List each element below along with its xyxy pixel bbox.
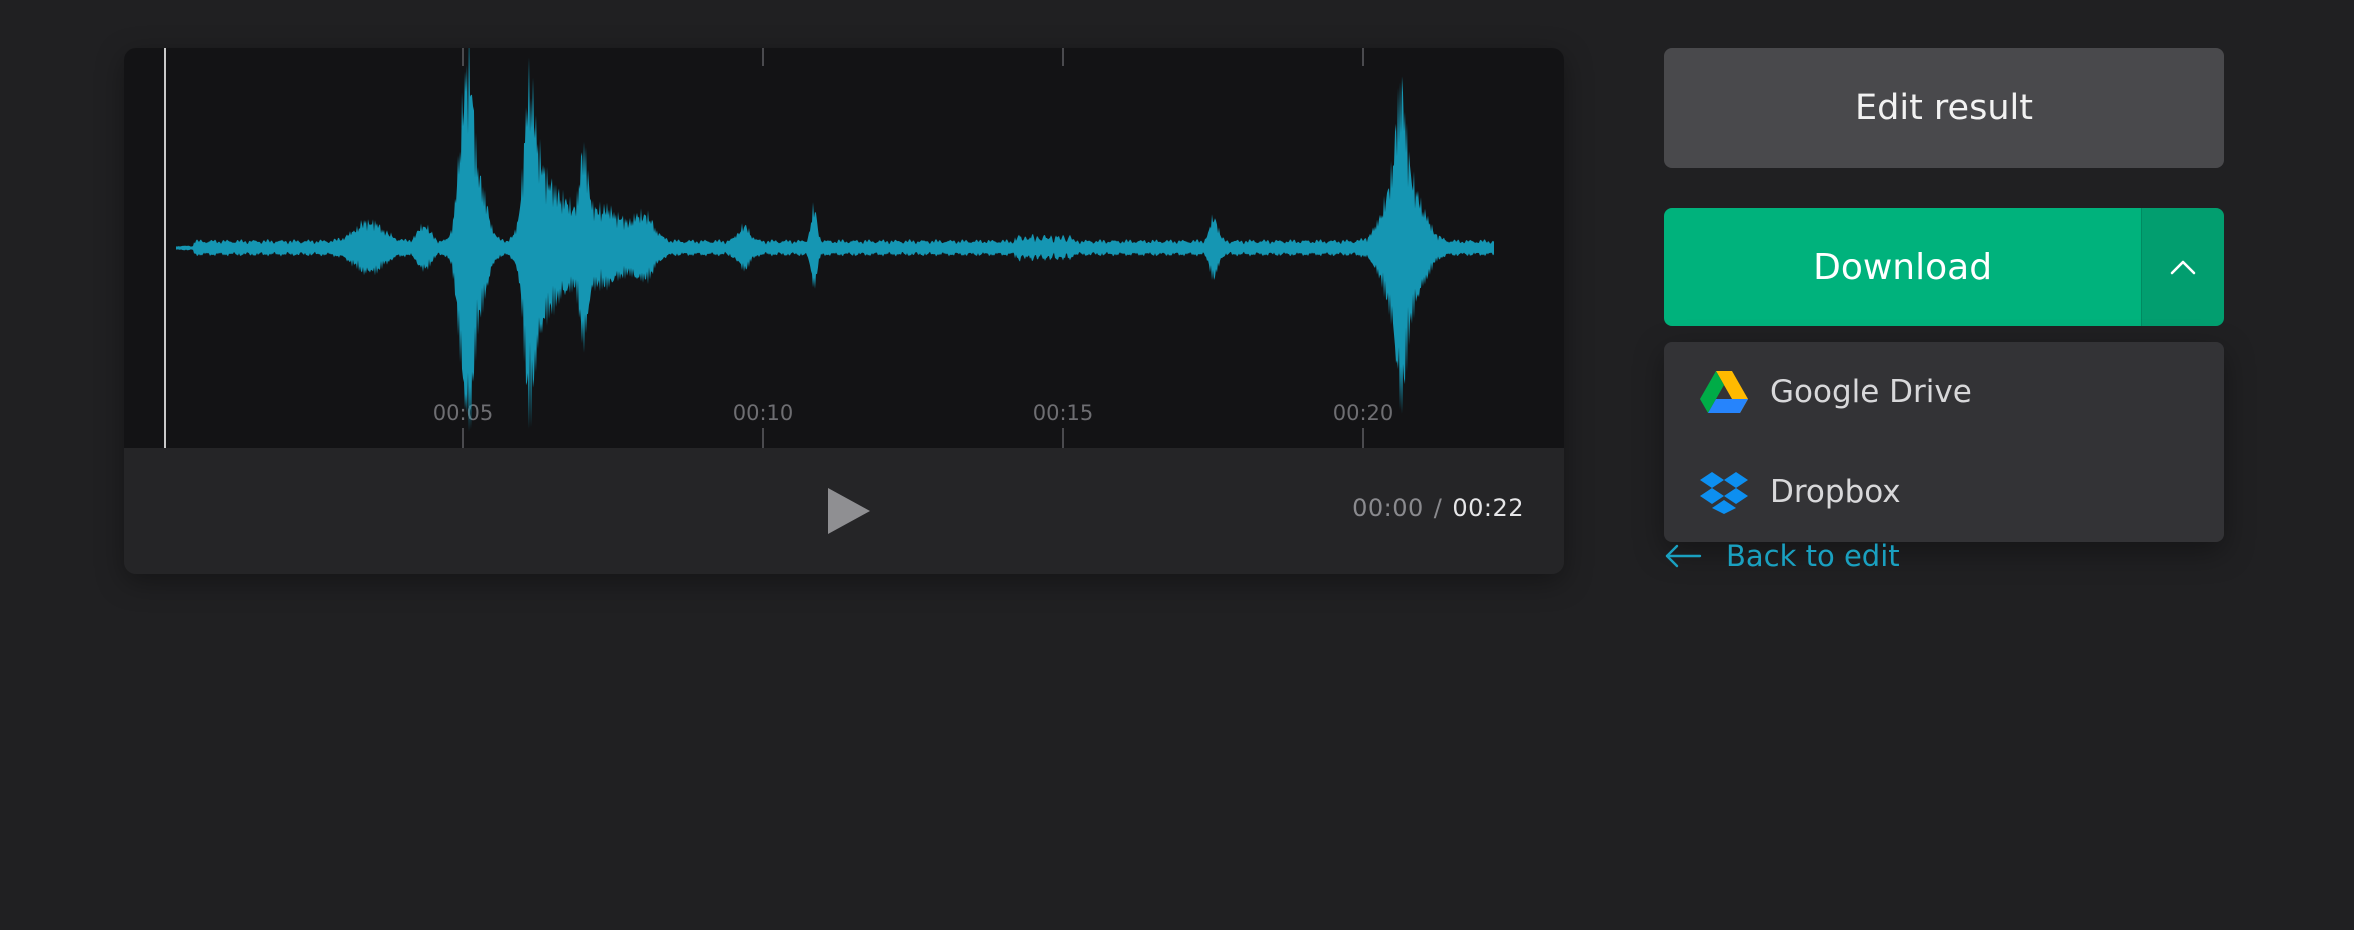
- google-drive-icon: [1700, 368, 1748, 416]
- time-display: 00:00 / 00:22: [1352, 494, 1524, 522]
- download-dropdown: Google Drive Dropbox: [1664, 342, 2224, 542]
- dropbox-icon: [1700, 468, 1748, 516]
- player-controls: 00:00 / 00:22: [124, 448, 1564, 574]
- waveform-area[interactable]: 00:05 00:10 00:15 00:20: [124, 48, 1564, 448]
- timeline-label: 00:10: [733, 401, 794, 425]
- current-time: 00:00: [1352, 494, 1424, 522]
- playhead[interactable]: [164, 48, 166, 448]
- total-time: 00:22: [1452, 494, 1524, 522]
- chevron-up-icon: [2170, 260, 2196, 275]
- download-options-toggle[interactable]: [2141, 208, 2224, 326]
- back-to-edit-link[interactable]: Back to edit: [1664, 532, 1900, 580]
- back-to-edit-label: Back to edit: [1726, 539, 1900, 573]
- play-icon: [828, 488, 870, 534]
- timeline-label: 00:20: [1333, 401, 1394, 425]
- dropdown-item-label: Google Drive: [1770, 374, 1972, 410]
- edit-result-button[interactable]: Edit result: [1664, 48, 2224, 168]
- dropdown-item-google-drive[interactable]: Google Drive: [1664, 342, 2224, 442]
- dropdown-item-dropbox[interactable]: Dropbox: [1664, 442, 2224, 542]
- timeline-label: 00:15: [1033, 401, 1094, 425]
- download-button[interactable]: Download: [1664, 208, 2142, 326]
- timeline-label: 00:05: [433, 401, 494, 425]
- waveform-shape: [176, 48, 1494, 432]
- arrow-left-icon: [1665, 544, 1702, 568]
- waveform: 00:05 00:10 00:15 00:20: [176, 48, 1494, 448]
- dropdown-item-label: Dropbox: [1770, 474, 1901, 510]
- time-separator: /: [1433, 494, 1443, 522]
- audio-player: 00:05 00:10 00:15 00:20 00:00 / 00:22: [124, 48, 1564, 574]
- download-split-button: Download: [1664, 208, 2224, 326]
- play-button[interactable]: [824, 486, 874, 536]
